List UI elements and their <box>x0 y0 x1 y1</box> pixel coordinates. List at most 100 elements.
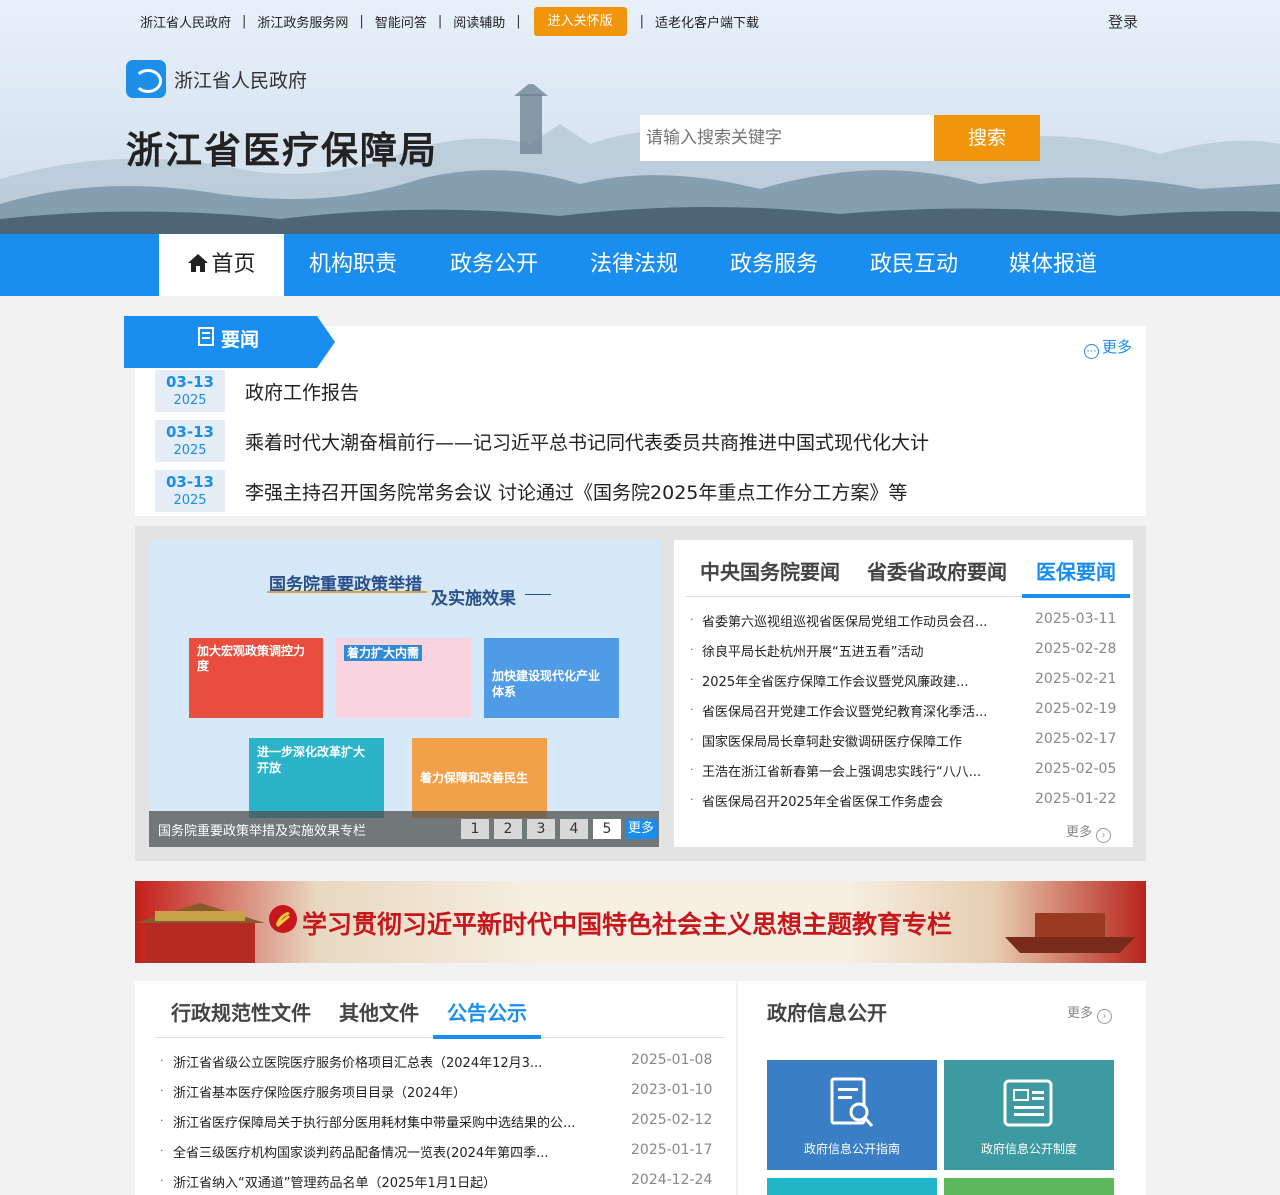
item-date: 2025-02-17 <box>1035 731 1117 747</box>
home-icon <box>188 254 209 272</box>
tab-other-docs[interactable]: 其他文件 <box>339 997 419 1026</box>
item-title[interactable]: 国家医保局局长章轲赴安徽调研医疗保障工作 <box>702 735 962 750</box>
tab-list-item[interactable]: · 王浩在浙江省新春第一会上强调忠实践行“八八... <box>690 761 981 780</box>
bullet-icon: · <box>690 763 694 776</box>
doc-title[interactable]: 浙江省纳入“双通道”管理药品名单（2025年1月1日起） <box>173 1176 496 1191</box>
item-title[interactable]: 省医保局召开党建工作会议暨党纪教育深化季活... <box>702 705 987 720</box>
nav-laws[interactable]: 法律法规 <box>590 234 678 296</box>
carousel-page-2[interactable]: 2 <box>494 819 522 839</box>
nav-org-duties[interactable]: 机构职责 <box>309 234 397 296</box>
doc-title[interactable]: 浙江省基本医疗保险医疗服务项目目录（2024年） <box>173 1086 466 1101</box>
policy-carousel[interactable]: 国务院重要政策举措 及实施效果 加大宏观政策调控力度 着力扩大内需 加快建设现代… <box>149 540 659 847</box>
news-title[interactable]: 政府工作报告 <box>245 378 359 405</box>
news-title[interactable]: 乘着时代大潮奋楫前行——记习近平总书记同代表委员共商推进中国式现代化大计 <box>245 428 929 455</box>
more-label: 更多 <box>1067 1006 1094 1021</box>
link-zhejiang-gov[interactable]: 浙江省人民政府 <box>140 12 231 31</box>
news-label: 要闻 <box>221 329 260 351</box>
bullet-icon: · <box>160 1084 164 1097</box>
doc-list-item[interactable]: · 浙江省纳入“双通道”管理药品名单（2025年1月1日起） <box>160 1172 496 1191</box>
tab-list-item[interactable]: · 2025年全省医疗保障工作会议暨党风廉政建... <box>690 671 968 690</box>
doc-title[interactable]: 浙江省省级公立医院医疗服务价格项目汇总表（2024年12月3... <box>173 1056 542 1071</box>
gov-info-guide-tile[interactable]: 政府信息公开指南 <box>767 1060 937 1170</box>
arrow-right-icon: › <box>1097 1009 1113 1024</box>
carousel-caption[interactable]: 国务院重要政策举措及实施效果专栏 <box>158 820 366 839</box>
doc-list-item[interactable]: · 浙江省医疗保障局关于执行部分医用耗材集中带量采购中选结果的公... <box>160 1112 575 1131</box>
bullet-icon: · <box>160 1174 164 1187</box>
doc-list-item[interactable]: · 浙江省基本医疗保险医疗服务项目目录（2024年） <box>160 1082 466 1101</box>
carousel-title-2: 及实施效果 <box>431 589 516 609</box>
doc-title[interactable]: 浙江省医疗保障局关于执行部分医用耗材集中带量采购中选结果的公... <box>173 1116 575 1131</box>
link-app-download[interactable]: 适老化客户端下载 <box>655 12 759 31</box>
main-nav: 首页 机构职责 政务公开 法律法规 政务服务 政民互动 媒体报道 <box>0 234 1280 296</box>
link-service-portal[interactable]: 浙江政务服务网 <box>257 12 348 31</box>
news-date: 03-13 2025 <box>155 370 225 412</box>
date-md: 03-13 <box>166 473 214 491</box>
tab-medical-insurance-news[interactable]: 医保要闻 <box>1036 556 1116 585</box>
news-date: 03-13 2025 <box>155 420 225 462</box>
tab-list-item[interactable]: · 国家医保局局长章轲赴安徽调研医疗保障工作 <box>690 731 962 750</box>
bullet-icon: · <box>690 733 694 746</box>
item-title[interactable]: 省医保局召开2025年全省医保工作务虚会 <box>702 795 943 810</box>
tab-list-item[interactable]: · 省委第六巡视组巡视省医保局党组工作动员会召... <box>690 611 987 630</box>
doc-title[interactable]: 全省三级医疗机构国家谈判药品配备情况一览表(2024年第四季... <box>173 1146 549 1161</box>
tiananmen-icon <box>135 903 265 963</box>
tab-central-news[interactable]: 中央国务院要闻 <box>700 556 840 585</box>
news-date: 03-13 2025 <box>155 470 225 512</box>
tab-announcements[interactable]: 公告公示 <box>447 997 527 1026</box>
gov-info-rules-tile[interactable]: 政府信息公开制度 <box>944 1060 1114 1170</box>
red-boat-icon <box>1005 913 1135 953</box>
tab-list-item[interactable]: · 徐良平局长赴杭州开展“五进五看”活动 <box>690 641 923 660</box>
carousel-title-rule <box>267 591 427 593</box>
item-title[interactable]: 2025年全省医疗保障工作会议暨党风廉政建... <box>702 675 968 690</box>
news-item[interactable]: 03-13 2025 乘着时代大潮奋楫前行——记习近平总书记同代表委员共商推进中国… <box>155 420 1135 462</box>
nav-media[interactable]: 媒体报道 <box>1009 234 1097 296</box>
policy-card: 着力保障和改善民生 <box>412 738 547 818</box>
news-more-link[interactable]: ⋯ 更多 <box>1084 336 1132 359</box>
login-link[interactable]: 登录 <box>1108 11 1138 32</box>
item-date: 2025-03-11 <box>1035 611 1117 627</box>
carousel-page-4[interactable]: 4 <box>560 819 588 839</box>
nav-home[interactable]: 首页 <box>159 234 284 296</box>
care-mode-button[interactable]: 进入关怀版 <box>533 6 627 36</box>
nav-interaction[interactable]: 政民互动 <box>870 234 958 296</box>
tab-list-item[interactable]: · 省医保局召开2025年全省医保工作务虚会 <box>690 791 943 810</box>
gov-info-tile[interactable] <box>767 1178 937 1195</box>
news-item[interactable]: 03-13 2025 李强主持召开国务院常务会议 讨论通过《国务院2025年重点工… <box>155 470 1135 512</box>
docs-tab-active-indicator <box>433 1035 541 1039</box>
gov-info-tile[interactable] <box>944 1178 1114 1195</box>
policy-card: 加大宏观政策调控力度 <box>189 638 323 718</box>
news-item[interactable]: 03-13 2025 政府工作报告 <box>155 370 1135 412</box>
nav-gov-affairs[interactable]: 政务公开 <box>450 234 538 296</box>
link-reading-aid[interactable]: 阅读辅助 <box>453 12 505 31</box>
carousel-more-button[interactable]: 更多 <box>625 819 657 839</box>
tabs-more-link[interactable]: 更多 › <box>1066 821 1112 843</box>
bullet-icon: · <box>690 793 694 806</box>
doc-list-item[interactable]: · 浙江省省级公立医院医疗服务价格项目汇总表（2024年12月3... <box>160 1052 542 1071</box>
link-smart-qa[interactable]: 智能问答 <box>375 12 427 31</box>
newspaper-icon <box>198 327 214 346</box>
item-title[interactable]: 徐良平局长赴杭州开展“五进五看”活动 <box>702 645 923 660</box>
search-input[interactable] <box>640 115 934 161</box>
tab-list-item[interactable]: · 省医保局召开党建工作会议暨党纪教育深化季活... <box>690 701 987 720</box>
logo-text: 浙江省人民政府 <box>174 69 308 92</box>
item-title[interactable]: 王浩在浙江省新春第一会上强调忠实践行“八八... <box>702 765 981 780</box>
date-year: 2025 <box>173 493 207 508</box>
search-button[interactable]: 搜索 <box>934 115 1040 161</box>
arrow-right-icon: › <box>1096 828 1112 843</box>
news-more-label: 更多 <box>1102 338 1133 356</box>
banner-title: 学习贯彻习近平新时代中国特色社会主义思想主题教育专栏 <box>302 910 953 939</box>
tab-provincial-news[interactable]: 省委省政府要闻 <box>867 556 1007 585</box>
carousel-page-3[interactable]: 3 <box>527 819 555 839</box>
province-logo[interactable]: 浙江省人民政府 <box>126 60 307 98</box>
carousel-page-1[interactable]: 1 <box>461 819 489 839</box>
gov-info-more-link[interactable]: 更多 › <box>1067 1002 1113 1024</box>
nav-services[interactable]: 政务服务 <box>730 234 818 296</box>
carousel-page-5[interactable]: 5 <box>593 819 621 839</box>
doc-list-item[interactable]: · 全省三级医疗机构国家谈判药品配备情况一览表(2024年第四季... <box>160 1142 549 1161</box>
top-links-bar: 浙江省人民政府 | 浙江政务服务网 | 智能问答 | 阅读辅助 | 进入关怀版 | 适老化… <box>140 6 759 36</box>
doc-date: 2025-02-12 <box>631 1112 713 1128</box>
item-title[interactable]: 省委第六巡视组巡视省医保局党组工作动员会召... <box>702 615 987 630</box>
tile-label: 政府信息公开制度 <box>980 1142 1077 1156</box>
news-title[interactable]: 李强主持召开国务院常务会议 讨论通过《国务院2025年重点工作分工方案》等 <box>245 478 907 505</box>
tab-normative-docs[interactable]: 行政规范性文件 <box>171 997 311 1026</box>
